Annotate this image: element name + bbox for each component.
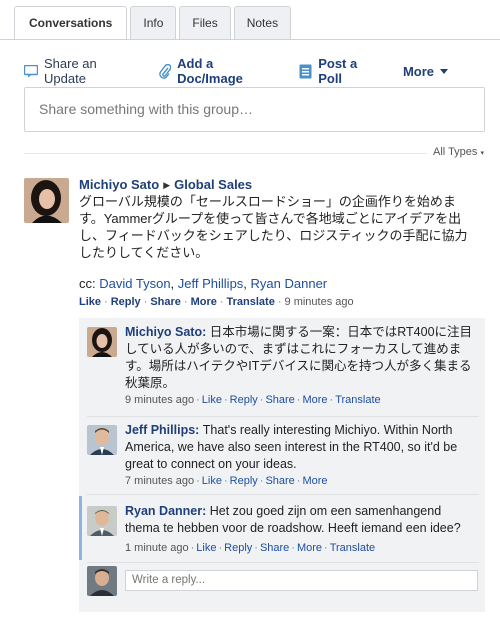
post-body: グローバル規模の「セールスロードショー」の企画作りを始めます。Yammerグルー… bbox=[79, 194, 468, 260]
cc-user-link[interactable]: Jeff Phillips bbox=[178, 276, 244, 291]
more-link[interactable]: More bbox=[302, 394, 327, 406]
reply-link[interactable]: Reply bbox=[230, 475, 258, 487]
arrow-right-icon: ▶ bbox=[163, 180, 171, 190]
translate-link[interactable]: Translate bbox=[335, 394, 380, 406]
reply-text: Michiyo Sato: 日本市場に関する一案：日本ではRT400に注目してい… bbox=[125, 325, 473, 390]
publisher-bar: Share an Update Add a Doc/Image Post a P… bbox=[24, 56, 470, 86]
reply-actions: 7 minutes ago · Like · Reply · Share · More bbox=[125, 475, 328, 487]
translate-link[interactable]: Translate bbox=[227, 296, 275, 308]
caret-down-icon: ▾ bbox=[480, 150, 484, 157]
cc-user-link[interactable]: Ryan Danner bbox=[251, 276, 328, 291]
tab-notes[interactable]: Notes bbox=[233, 6, 292, 39]
avatar-ryan-danner[interactable] bbox=[87, 506, 117, 536]
post-poll-button[interactable]: Post a Poll bbox=[299, 56, 381, 86]
more-dropdown[interactable]: More bbox=[403, 64, 448, 79]
avatar-jeff-phillips[interactable] bbox=[87, 425, 117, 455]
reply-timestamp[interactable]: 7 minutes ago bbox=[125, 475, 194, 487]
more-label: More bbox=[402, 63, 434, 79]
cc-label: cc: bbox=[79, 276, 96, 291]
avatar-michiyo-sato[interactable] bbox=[24, 178, 69, 223]
poll-icon bbox=[299, 64, 312, 79]
post-group-link[interactable]: Global Sales bbox=[174, 177, 252, 192]
tab-bar: Conversations Info Files Notes bbox=[14, 6, 294, 40]
share-update-button[interactable]: Share an Update bbox=[24, 56, 137, 86]
reply-divider bbox=[87, 494, 479, 495]
like-link[interactable]: Like bbox=[196, 542, 216, 554]
reply-author-link[interactable]: Jeff Phillips bbox=[125, 423, 195, 437]
more-link[interactable]: More bbox=[297, 542, 322, 554]
reply-timestamp[interactable]: 9 minutes ago bbox=[125, 394, 194, 406]
reply-divider bbox=[87, 562, 479, 563]
post-poll-label: Post a Poll bbox=[318, 56, 358, 86]
speech-bubble-icon bbox=[24, 64, 38, 78]
share-link[interactable]: Share bbox=[260, 542, 289, 554]
tab-conversations[interactable]: Conversations bbox=[14, 6, 128, 40]
filter-label: All Types bbox=[432, 146, 478, 158]
share-link[interactable]: Share bbox=[150, 296, 181, 308]
share-link[interactable]: Share bbox=[265, 475, 294, 487]
more-link[interactable]: More bbox=[302, 475, 327, 487]
tab-divider bbox=[0, 39, 500, 40]
post-author-link[interactable]: Michiyo Sato bbox=[79, 177, 159, 192]
avatar-michiyo-sato[interactable] bbox=[87, 327, 117, 357]
add-doc-label: Add a Doc/Image bbox=[177, 56, 243, 86]
reply-actions: 9 minutes ago · Like · Reply · Share · More · Tran… bbox=[125, 394, 381, 406]
post-timestamp[interactable]: 9 minutes ago bbox=[285, 296, 354, 308]
like-link[interactable]: Like bbox=[79, 296, 101, 308]
paperclip-icon bbox=[159, 63, 172, 79]
reply-link[interactable]: Reply bbox=[224, 542, 252, 554]
translate-link[interactable]: Translate bbox=[330, 542, 375, 554]
new-reply-indicator bbox=[79, 496, 82, 560]
post-actions: Like · Reply · Share · More · Translate · 9 minute… bbox=[79, 296, 354, 308]
share-update-label: Share an Update bbox=[44, 56, 97, 86]
add-doc-button[interactable]: Add a Doc/Image bbox=[159, 56, 277, 86]
avatar-current-user bbox=[87, 566, 117, 596]
reply-text: Ryan Danner: Het zou goed zijn om een sa… bbox=[125, 504, 461, 535]
reply-input[interactable]: Write a reply... bbox=[125, 570, 478, 591]
reply-author-link[interactable]: Michiyo Sato bbox=[125, 325, 202, 339]
post-header: Michiyo Sato ▶ Global Sales bbox=[79, 177, 252, 192]
filter-dropdown[interactable]: All Types ▾ bbox=[426, 146, 484, 158]
more-link[interactable]: More bbox=[191, 296, 217, 308]
reply-timestamp[interactable]: 1 minute ago bbox=[125, 542, 189, 554]
tab-info[interactable]: Info bbox=[130, 6, 177, 39]
caret-down-icon bbox=[440, 68, 448, 74]
share-link[interactable]: Share bbox=[265, 394, 294, 406]
like-link[interactable]: Like bbox=[202, 394, 222, 406]
feed-divider bbox=[24, 153, 484, 154]
share-input[interactable]: Share something with this group… bbox=[24, 87, 485, 132]
reply-link[interactable]: Reply bbox=[111, 296, 141, 308]
tab-files[interactable]: Files bbox=[179, 6, 231, 39]
reply-text: Jeff Phillips: That's really interesting… bbox=[125, 423, 458, 471]
cc-user-link[interactable]: David Tyson bbox=[99, 276, 170, 291]
reply-link[interactable]: Reply bbox=[230, 394, 258, 406]
post-cc: cc: David Tyson, Jeff Phillips, Ryan Dan… bbox=[79, 276, 328, 291]
reply-actions: 1 minute ago · Like · Reply · Share · More · Trans… bbox=[125, 542, 376, 554]
like-link[interactable]: Like bbox=[202, 475, 222, 487]
reply-divider bbox=[87, 416, 479, 417]
reply-author-link[interactable]: Ryan Danner bbox=[125, 504, 202, 518]
